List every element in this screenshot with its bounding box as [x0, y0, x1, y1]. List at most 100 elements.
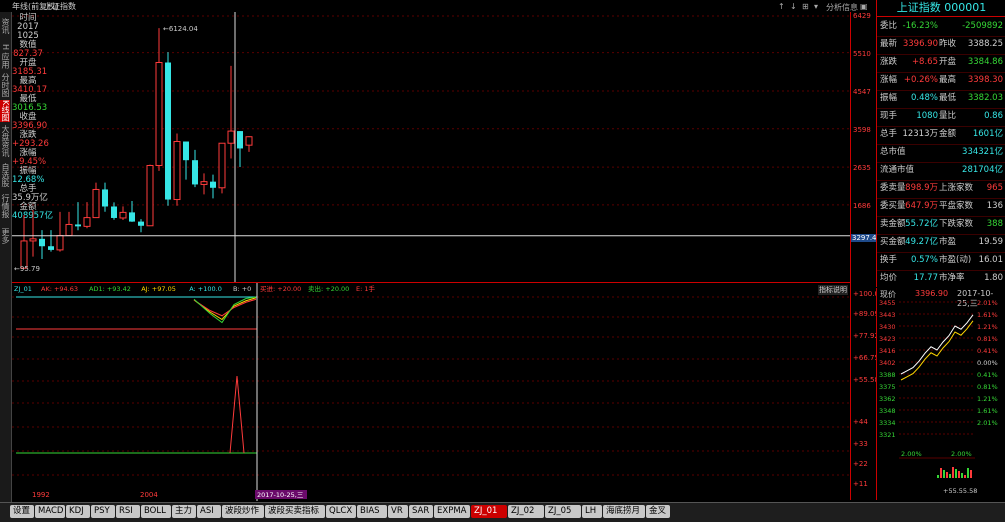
- price-tick-1: 5510: [853, 50, 871, 58]
- ind-tick-5: +44: [853, 418, 868, 426]
- mini-vol-bar-0: [937, 475, 939, 478]
- quote-label: 委卖量: [880, 183, 906, 193]
- mini-price: 3396.90: [915, 289, 949, 298]
- candle-body-13: [138, 221, 144, 226]
- quote-row-2: 涨跌 +8.65 开盘 3384.86: [877, 53, 1005, 73]
- left-tab-0[interactable]: 资讯: [0, 12, 10, 40]
- x-label-1: 2004: [140, 491, 158, 499]
- quote-value: 55.72亿: [905, 219, 938, 229]
- candle-body-11: [119, 211, 127, 219]
- indicator-tab-5[interactable]: BOLL: [141, 505, 171, 518]
- toolbar-button-3[interactable]: ▾: [814, 2, 818, 11]
- indicator-help-button[interactable]: 指标说明: [818, 285, 848, 295]
- quote-row-5: 现手 1080 量比 0.86: [877, 107, 1005, 127]
- indicator-tab-17[interactable]: ZJ_05: [545, 505, 581, 518]
- mini-left-tick-7: 3375: [879, 383, 896, 391]
- quote-label: 涨跌: [880, 57, 898, 67]
- quote-label: 振幅: [880, 93, 898, 103]
- candle-body-24: [237, 131, 243, 149]
- kline-chart[interactable]: ←6124.04 ←95.79: [12, 12, 850, 282]
- toolbar-button-0[interactable]: ↑: [778, 2, 785, 11]
- quote-label: 委买量: [880, 201, 906, 211]
- mini-vol-bar-5: [952, 467, 954, 478]
- mini-left-tick-2: 3430: [879, 323, 896, 331]
- left-tab-3[interactable]: K线图: [0, 100, 10, 122]
- indicator-tab-14[interactable]: EXPMA: [434, 505, 470, 518]
- indicator-tab-8[interactable]: 波段炒作: [222, 505, 264, 518]
- toolbar-button-2[interactable]: ⊞: [802, 2, 809, 11]
- mini-vol-bar-8: [961, 473, 963, 478]
- left-tab-2[interactable]: 分时图: [0, 72, 10, 98]
- indicator-tab-4[interactable]: RSI: [116, 505, 140, 518]
- price-tick-4: 2635: [853, 164, 871, 172]
- spike-b: [229, 375, 245, 454]
- legend-item-7: 卖出: +20.00: [308, 284, 349, 293]
- indicator-tab-19[interactable]: 海底捞月: [603, 505, 645, 518]
- mini-left-tick-11: 3321: [879, 431, 896, 439]
- ind-tick-6: +33: [853, 440, 868, 448]
- quote-value-2: 334321亿: [962, 147, 1003, 157]
- toolbar-button-1[interactable]: ↓: [790, 2, 797, 11]
- title-bar: 年线(前复权) 上证指数 ↑ ↓ ⊞ ▾ 分析 信息 ▣: [0, 0, 1005, 12]
- quote-value-2: 16.01: [978, 255, 1003, 265]
- legend-item-6: 买进: +20.00: [260, 285, 301, 293]
- quote-value-2: 3382.03: [967, 93, 1003, 103]
- quote-label: 最新: [880, 39, 898, 49]
- indicator-tab-13[interactable]: SAR: [409, 505, 433, 518]
- indicator-tab-16[interactable]: ZJ_02: [508, 505, 544, 518]
- quote-value-2: 0.86: [984, 111, 1003, 121]
- annotation-high: ←6124.04: [163, 25, 198, 33]
- quote-label-2: 市盈: [939, 237, 957, 247]
- quote-value-2: 3384.86: [967, 57, 1003, 67]
- indicator-tab-3[interactable]: PSY: [91, 505, 115, 518]
- quote-label-2: 最低: [939, 93, 957, 103]
- quote-value: 12313万: [902, 129, 938, 139]
- quote-row-12: 买金额 49.27亿 市盈 19.59: [877, 233, 1005, 253]
- indicator-tab-12[interactable]: VR: [388, 505, 408, 518]
- indicator-tab-15[interactable]: ZJ_01: [471, 505, 507, 518]
- candle-body-16: [165, 62, 171, 200]
- intraday-chart[interactable]: 3455 3443 3430 3423 3416 3402 3388 3375 3362 3348…: [877, 298, 1005, 500]
- indicator-tab-0[interactable]: 设置: [10, 505, 34, 518]
- indicator-tab-11[interactable]: BIAS: [357, 505, 387, 518]
- quote-value-2: 281704亿: [962, 165, 1003, 175]
- candle-body-18: [183, 141, 189, 161]
- left-tab-1[interactable]: H 应用: [0, 42, 10, 70]
- toolbar-button-6[interactable]: ▣: [860, 2, 868, 11]
- quote-label: 委比: [880, 21, 898, 31]
- indicator-tab-20[interactable]: 金叉: [646, 505, 670, 518]
- mini-left-tick-4: 3416: [879, 347, 896, 355]
- quote-row-10: 委买量 647.9万 平盘家数 136: [877, 197, 1005, 217]
- indicator-tab-6[interactable]: 主力: [172, 505, 196, 518]
- mini-left-tick-3: 3423: [879, 335, 896, 343]
- mini-left-tick-1: 3443: [879, 311, 896, 319]
- indicator-tab-7[interactable]: ASI: [197, 505, 221, 518]
- left-tab-6[interactable]: 行情报价: [0, 192, 10, 220]
- quote-row-11: 卖金额 55.72亿 下跌家数 388: [877, 215, 1005, 235]
- candle-body-10: [111, 206, 117, 218]
- quote-value: 1080: [916, 111, 938, 121]
- quote-label: 卖金额: [880, 219, 906, 229]
- mini-left-tick-8: 3362: [879, 395, 896, 403]
- indicator-tab-1[interactable]: MACD: [35, 505, 65, 518]
- indicator-tab-18[interactable]: LH: [582, 505, 602, 518]
- quote-label-2: 市净率: [939, 273, 965, 283]
- mini-right-tick-3: 0.81%: [977, 335, 998, 343]
- mini-price-line: [900, 314, 974, 375]
- indicator-tab-2[interactable]: KDJ: [66, 505, 90, 518]
- left-tab-4[interactable]: 大盘资讯: [0, 124, 10, 158]
- indicator-chart[interactable]: ZJ_01 AK: +94.63 AD1: +93.42 AJ: +97.05 A: +…: [12, 282, 850, 501]
- crosshair-price-label: 3297.4: [851, 234, 878, 242]
- quote-label: 现手: [880, 111, 898, 121]
- candle-body-19: [192, 160, 198, 185]
- left-tab-7[interactable]: 更多: [0, 222, 10, 250]
- left-tab-5[interactable]: 自选股: [0, 160, 10, 190]
- quote-row-3: 涨幅 +0.26% 最高 3398.30: [877, 71, 1005, 91]
- candle-body-5: [65, 223, 73, 236]
- quote-label: 换手: [880, 255, 898, 265]
- indicator-tab-10[interactable]: QLCX: [326, 505, 356, 518]
- mini-bottom-value: +55.55.58: [943, 487, 977, 495]
- quote-value: 0.57%: [910, 255, 938, 265]
- quote-value-2: 965: [986, 183, 1003, 193]
- indicator-tab-9[interactable]: 波段买卖指标: [265, 505, 325, 518]
